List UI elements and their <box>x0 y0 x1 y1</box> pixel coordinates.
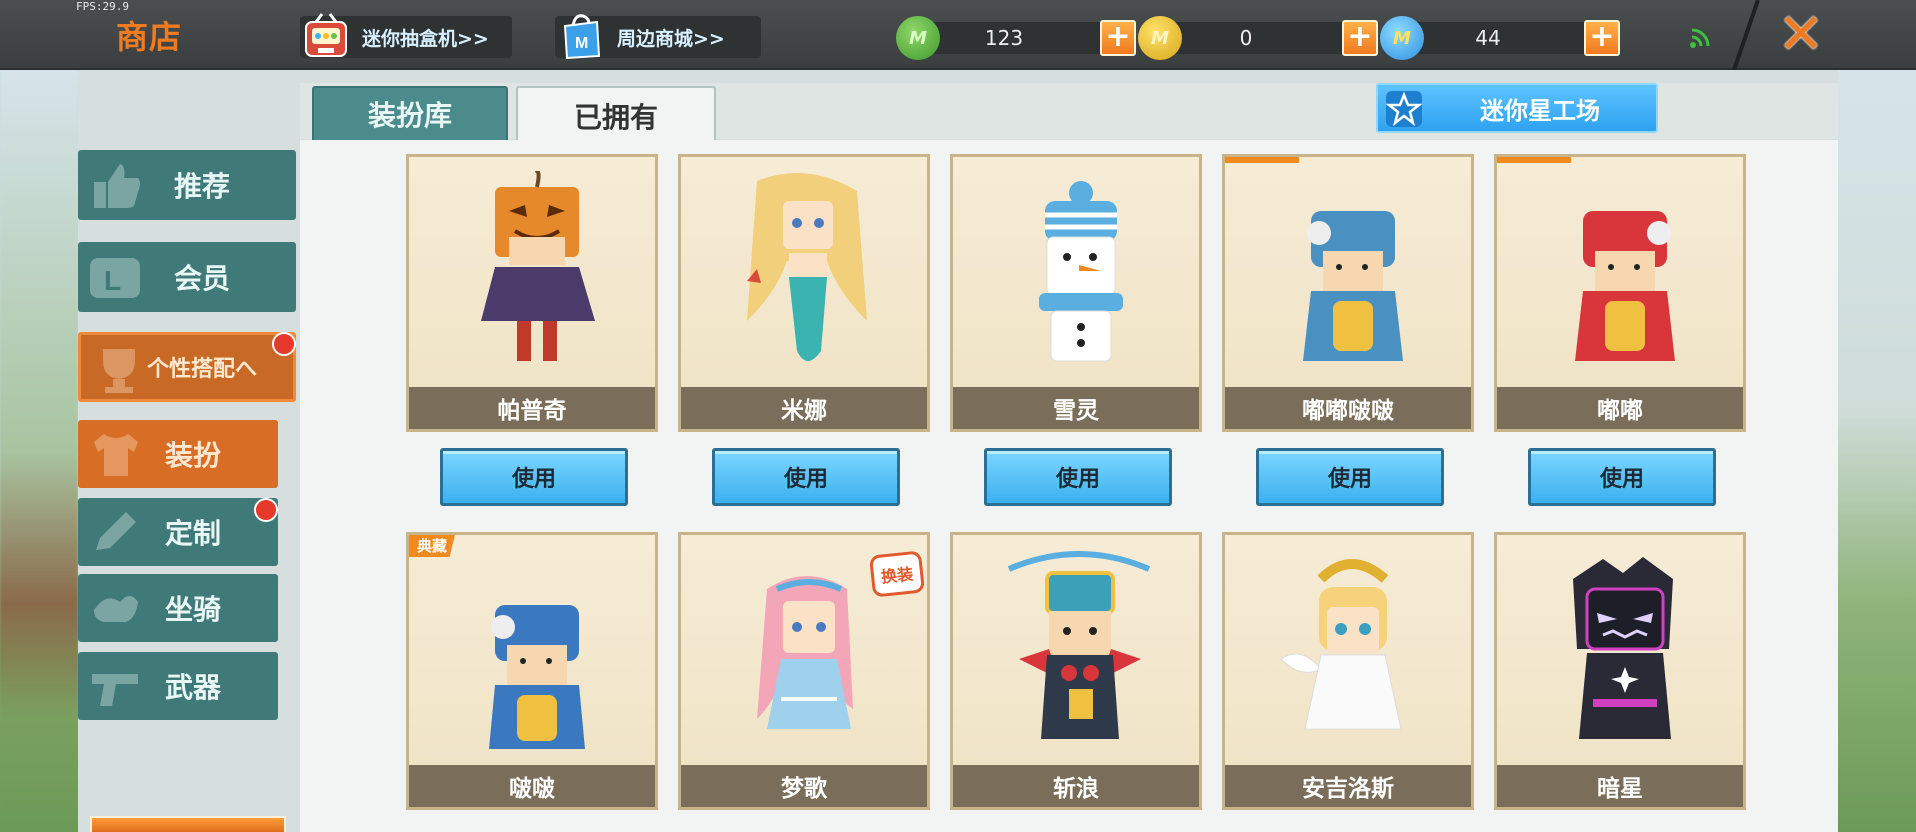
skin-card[interactable]: 嘟嘟 <box>1494 154 1746 432</box>
skin-name: 嘟嘟 <box>1497 387 1743 429</box>
pistol-icon <box>92 674 138 706</box>
skin-avatar-bobo <box>489 605 585 749</box>
skin-avatar-snowman <box>1039 181 1123 362</box>
star-icon <box>1385 91 1423 127</box>
gacha-machine-label: 迷你抽盒机>> <box>362 27 489 50</box>
mini-star-factory-label: 迷你星工场 <box>1480 96 1600 125</box>
skin-name: 安吉洛斯 <box>1225 765 1471 807</box>
tab-owned[interactable]: 已拥有 <box>516 86 716 144</box>
sidebar-item-weapon[interactable]: 武器 <box>78 652 278 720</box>
skin-avatar-blue-dino <box>1303 211 1403 361</box>
skin-card[interactable]: 换装 梦歌 <box>678 532 930 810</box>
skin-card[interactable]: 斩浪 <box>950 532 1202 810</box>
sidebar-item-label: 会员 <box>173 262 230 295</box>
add-mini-coin-button[interactable]: + <box>1342 20 1378 56</box>
currency-value: 44 <box>1406 22 1606 54</box>
mini-star-factory-button[interactable]: 迷你星工场 <box>1376 83 1658 133</box>
skin-avatar-red-dino <box>1575 211 1675 361</box>
skin-card[interactable]: 米娜 <box>678 154 930 432</box>
sidebar-item-recommend[interactable]: 推荐 <box>78 150 296 220</box>
currency-value: 123 <box>922 22 1122 54</box>
notification-dot <box>272 332 296 356</box>
skin-avatar-pumpkin <box>481 171 595 361</box>
ribbon-edge <box>1225 157 1299 163</box>
gacha-machine-icon <box>305 13 347 57</box>
use-button[interactable]: 使用 <box>440 448 628 506</box>
vip-card-icon: L <box>90 258 140 298</box>
sidebar-item-outfit[interactable]: 装扮 <box>78 420 278 488</box>
thumbs-up-icon <box>94 164 140 208</box>
svg-text:L: L <box>104 265 121 296</box>
sidebar-item-style[interactable]: 个性搭配へ <box>78 332 296 402</box>
trophy-icon <box>103 349 135 393</box>
skin-name: 嘟嘟啵啵 <box>1225 387 1471 429</box>
sidebar-bottom-button[interactable] <box>90 816 286 832</box>
skin-card[interactable]: 安吉洛斯 <box>1222 532 1474 810</box>
skin-card[interactable]: 嘟嘟啵啵 <box>1222 154 1474 432</box>
merch-mall-button[interactable]: M 周边商城>> <box>555 14 761 60</box>
saddle-icon <box>94 596 138 622</box>
use-button[interactable]: 使用 <box>1528 448 1716 506</box>
shopping-bag-icon: M <box>563 14 601 60</box>
svg-text:M: M <box>575 35 588 52</box>
sidebar-item-label: 装扮 <box>164 439 221 472</box>
wifi-signal-icon <box>1690 28 1710 48</box>
use-button[interactable]: 使用 <box>712 448 900 506</box>
owned-skins-grid: 帕普奇 米娜 雪灵 嘟嘟啵啵 嘟嘟 使用 使用 使用 使用 使用 典藏 啵啵 换… <box>300 140 1838 832</box>
skin-card[interactable]: 雪灵 <box>950 154 1202 432</box>
ribbon-edge <box>1497 157 1571 163</box>
add-mini-bean-button[interactable]: + <box>1100 20 1136 56</box>
header-divider <box>1732 0 1760 70</box>
close-button[interactable]: ✕ <box>1770 7 1832 63</box>
skin-name: 帕普奇 <box>409 387 655 429</box>
background-world-right <box>1838 70 1916 832</box>
sidebar-item-mount[interactable]: 坐骑 <box>78 574 278 642</box>
skin-name: 啵啵 <box>409 765 655 807</box>
skin-card[interactable]: 暗星 <box>1494 532 1746 810</box>
skin-name: 米娜 <box>681 387 927 429</box>
sidebar-item-label: 定制 <box>164 517 221 550</box>
page-title: 商店 <box>116 18 183 56</box>
top-bar: FPS:29.9 商店 迷你抽盒机>> M 周边商城>> 123 M + 0 M… <box>0 0 1916 70</box>
skin-avatar-angelos <box>1280 559 1402 730</box>
sidebar-item-vip[interactable]: L 会员 <box>78 242 296 312</box>
gold-coin-icon: M <box>1138 16 1182 60</box>
sidebar-item-custom[interactable]: 定制 <box>78 498 278 566</box>
notification-dot <box>254 498 278 522</box>
use-button[interactable]: 使用 <box>1256 448 1444 506</box>
skin-card[interactable]: 帕普奇 <box>406 154 658 432</box>
green-coin-icon: M <box>896 16 940 60</box>
tab-outfit-library[interactable]: 装扮库 <box>312 86 508 142</box>
skin-avatar-zhanlang <box>1007 551 1151 739</box>
blue-coin-icon: M <box>1380 16 1424 60</box>
merch-mall-label: 周边商城>> <box>617 27 725 50</box>
skin-name: 斩浪 <box>953 765 1199 807</box>
background-world-left <box>0 70 78 832</box>
sidebar-item-label: 个性搭配へ <box>146 357 257 382</box>
skin-avatar-mermaid <box>747 173 867 361</box>
skin-name: 梦歌 <box>681 765 927 807</box>
sidebar-item-label: 推荐 <box>173 170 230 203</box>
skin-card[interactable]: 典藏 啵啵 <box>406 532 658 810</box>
sidebar-item-label: 武器 <box>164 671 221 704</box>
skin-name: 暗星 <box>1497 765 1743 807</box>
skin-avatar-dark-star <box>1573 557 1673 739</box>
add-mini-point-button[interactable]: + <box>1584 20 1620 56</box>
currency-mini-point: 44 M + <box>1380 16 1620 60</box>
gacha-machine-button[interactable]: 迷你抽盒机>> <box>300 13 512 58</box>
sidebar-item-label: 坐骑 <box>164 593 221 626</box>
shirt-icon <box>94 434 138 476</box>
currency-value: 0 <box>1164 22 1364 54</box>
pencil-icon <box>96 512 136 550</box>
skin-name: 雪灵 <box>953 387 1199 429</box>
currency-mini-bean: 123 M + <box>896 16 1136 60</box>
skin-avatar-mengge <box>757 576 853 729</box>
currency-mini-coin: 0 M + <box>1138 16 1378 60</box>
use-button[interactable]: 使用 <box>984 448 1172 506</box>
